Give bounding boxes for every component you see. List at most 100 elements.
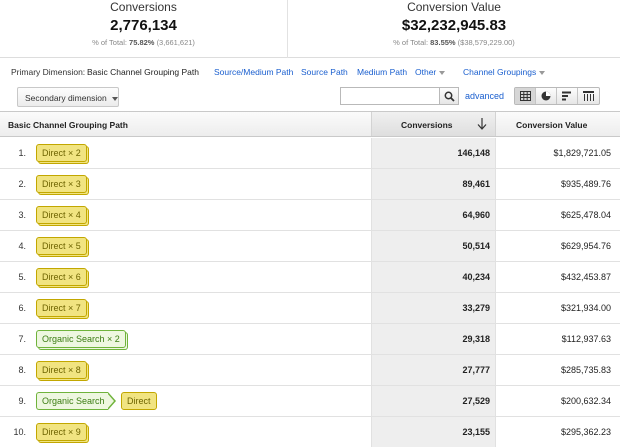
channel-path-cell: Direct × 6	[36, 262, 371, 292]
search-button[interactable]	[439, 87, 459, 105]
channel-path-cell: Direct × 3	[36, 169, 371, 199]
conversions-cell: 40,234	[371, 262, 495, 292]
channel-path-cell: Direct × 2	[36, 138, 371, 168]
row-index-cell: 1.	[0, 138, 36, 168]
pie-view-button[interactable]	[536, 88, 557, 104]
conversions-cell: 146,148	[371, 138, 495, 168]
secondary-dimension-label: Secondary dimension	[25, 93, 107, 103]
table-view-icon	[520, 91, 531, 101]
pivot-view-icon	[583, 91, 594, 101]
dimension-source-path-link[interactable]: Source Path	[301, 67, 348, 77]
row-index: 10.	[13, 427, 26, 437]
conversions-scorecard: Conversions 2,776,134 % of Total: 75.82%…	[0, 0, 288, 58]
channel-chip-direct[interactable]: Direct	[121, 392, 157, 410]
channel-path-cell: Direct × 8	[36, 355, 371, 385]
conversions-cell: 89,461	[371, 169, 495, 199]
chevron-down-icon	[439, 70, 446, 75]
channel-chip-organic-search[interactable]: Organic Search × 2	[36, 330, 126, 348]
conversions-label: Conversions	[110, 0, 177, 14]
channel-groupings-dropdown[interactable]: Channel Groupings	[463, 67, 546, 77]
channel-path-cell: Organic Search Direct	[36, 386, 371, 416]
channel-chip-direct[interactable]: Direct × 9	[36, 423, 87, 441]
search-icon	[444, 91, 455, 102]
conversion-value-cell: $295,362.23	[495, 417, 620, 447]
channel-path-cell: Direct × 7	[36, 293, 371, 323]
channel-chip-direct[interactable]: Direct × 7	[36, 299, 87, 317]
conversion-value-cell: $321,934.00	[495, 293, 620, 323]
path-arrow-icon-fill	[107, 393, 114, 409]
row-index-cell: 4.	[0, 231, 36, 261]
channel-chip-direct[interactable]: Direct × 2	[36, 144, 87, 162]
channel-chip-direct[interactable]: Direct × 6	[36, 268, 87, 286]
table-row: 6. Direct × 7 33,279 $321,934.00	[0, 293, 620, 324]
channel-path-cell: Direct × 5	[36, 231, 371, 261]
channel-chip-direct[interactable]: Direct × 8	[36, 361, 87, 379]
pie-view-icon	[541, 91, 551, 101]
dimension-other-dropdown[interactable]: Other	[415, 67, 446, 77]
pct-total: ($38,579,229.00)	[457, 38, 515, 47]
row-index: 7.	[18, 334, 26, 344]
data-table: Basic Channel Grouping Path Conversions …	[0, 111, 620, 447]
view-switcher	[514, 87, 600, 105]
primary-dimension-bar: Primary Dimension: Basic Channel Groupin…	[0, 62, 620, 82]
conversions-cell: 29,318	[371, 324, 495, 354]
conversion-value-cell: $629,954.76	[495, 231, 620, 261]
pct-value: 83.55%	[430, 38, 456, 47]
column-header-conversions[interactable]: Conversions	[371, 112, 495, 136]
row-index: 9.	[18, 396, 26, 406]
conversion-value-scorecard: Conversion Value $32,232,945.83 % of Tot…	[288, 0, 620, 58]
channel-chip-direct[interactable]: Direct × 3	[36, 175, 87, 193]
dimension-source-medium-path-link[interactable]: Source/Medium Path	[214, 67, 293, 77]
conversion-value-cell: $935,489.76	[495, 169, 620, 199]
pct-prefix: % of Total:	[393, 38, 431, 47]
conversions-cell: 27,777	[371, 355, 495, 385]
conversions-percent-of-total: % of Total: 75.82% (3,661,621)	[0, 38, 287, 48]
conversions-cell: 27,529	[371, 386, 495, 416]
column-header-conversion-value[interactable]: Conversion Value	[495, 112, 620, 136]
row-index-cell: 2.	[0, 169, 36, 199]
other-label: Other	[415, 67, 437, 77]
table-toolbar: Secondary dimension advanced	[0, 84, 620, 110]
conversion-value-label: Conversion Value	[407, 0, 501, 14]
performance-view-icon	[562, 91, 571, 101]
sort-down-arrow-icon	[477, 118, 487, 130]
row-index-cell: 6.	[0, 293, 36, 323]
primary-dimension-label: Primary Dimension:	[11, 67, 86, 77]
pivot-view-button[interactable]	[578, 88, 599, 104]
conversion-value-cell: $285,735.83	[495, 355, 620, 385]
row-index-cell: 8.	[0, 355, 36, 385]
row-index-cell: 3.	[0, 200, 36, 230]
conversions-cell: 64,960	[371, 200, 495, 230]
secondary-dimension-dropdown[interactable]: Secondary dimension	[17, 87, 119, 107]
conversion-value-cell: $625,478.04	[495, 200, 620, 230]
row-index: 4.	[18, 241, 26, 251]
conversions-total: 2,776,134	[110, 17, 177, 34]
table-row: 3. Direct × 4 64,960 $625,478.04	[0, 200, 620, 231]
conversion-value-cell: $432,453.87	[495, 262, 620, 292]
row-index: 6.	[18, 303, 26, 313]
pct-total: (3,661,621)	[156, 38, 195, 47]
row-index: 1.	[18, 148, 26, 158]
channel-chip-direct[interactable]: Direct × 4	[36, 206, 87, 224]
advanced-filter-link[interactable]: advanced	[465, 91, 504, 101]
row-index-cell: 7.	[0, 324, 36, 354]
row-index-cell: 10.	[0, 417, 36, 447]
channel-chip-direct[interactable]: Direct × 5	[36, 237, 87, 255]
row-index-cell: 9.	[0, 386, 36, 416]
channel-path-cell: Direct × 4	[36, 200, 371, 230]
table-row: 9. Organic Search Direct 27,529 $200,632.34	[0, 386, 620, 417]
table-search-input[interactable]	[340, 87, 440, 105]
channel-path-cell: Direct × 9	[36, 417, 371, 447]
row-index: 5.	[18, 272, 26, 282]
chevron-down-icon	[111, 96, 118, 101]
table-row: 10. Direct × 9 23,155 $295,362.23	[0, 417, 620, 447]
channel-groupings-label: Channel Groupings	[463, 67, 537, 77]
table-view-button[interactable]	[515, 88, 536, 104]
chevron-down-icon	[539, 70, 546, 75]
dimension-medium-path-link[interactable]: Medium Path	[357, 67, 407, 77]
conversions-cell: 50,514	[371, 231, 495, 261]
channel-chip-organic-search[interactable]: Organic Search	[36, 392, 108, 410]
column-header-path[interactable]: Basic Channel Grouping Path	[0, 112, 371, 136]
performance-view-button[interactable]	[557, 88, 578, 104]
pct-value: 75.82%	[129, 38, 155, 47]
